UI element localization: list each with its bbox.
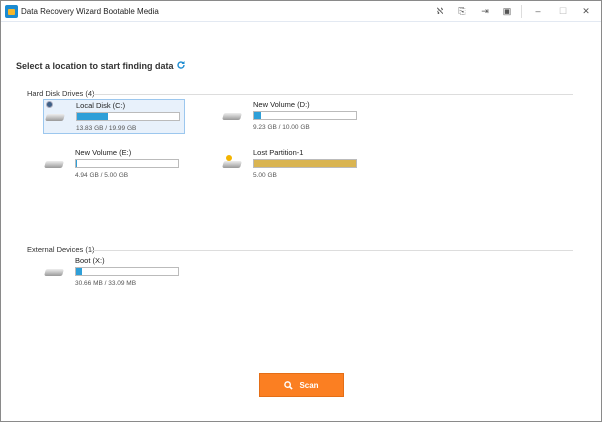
usage-fill [254, 112, 262, 119]
drive-item[interactable]: Lost Partition-1 5.00 GB [221, 147, 363, 182]
usage-fill [76, 160, 78, 167]
drive-name: New Volume (D:) [253, 100, 310, 109]
usage-fill [254, 160, 356, 167]
language-icon[interactable]: ℵ [434, 5, 446, 17]
drive-name: New Volume (E:) [75, 148, 132, 157]
usage-bar [76, 112, 180, 121]
minimize-button[interactable]: – [532, 5, 544, 17]
refresh-icon[interactable] [176, 60, 186, 70]
page-title: Select a location to start finding data [16, 61, 174, 71]
maximize-button[interactable]: ☐ [557, 5, 569, 17]
device-icon[interactable]: ⎘ [456, 5, 468, 17]
usage-bar [75, 267, 179, 276]
drive-size: 30.66 MB / 33.09 MB [75, 280, 137, 287]
hard-drive-icon [222, 113, 242, 120]
window-title: Data Recovery Wizard Bootable Media [21, 7, 159, 16]
drive-name: Boot (X:) [75, 256, 105, 265]
radio-selected-icon[interactable] [46, 101, 53, 108]
section-external-devices: External Devices (1) [27, 245, 95, 254]
warning-badge-icon [226, 155, 232, 161]
scan-label: Scan [299, 380, 319, 390]
usage-bar [253, 111, 357, 120]
drive-name: Local Disk (C:) [76, 101, 126, 110]
drive-size: 5.00 GB [253, 172, 277, 179]
section-hard-disk-drives: Hard Disk Drives (4) [27, 89, 95, 98]
divider [91, 250, 573, 251]
drive-item[interactable]: Local Disk (C:) 13.83 GB / 19.99 GB [43, 99, 185, 134]
drive-size: 13.83 GB / 19.99 GB [76, 125, 137, 132]
drive-size: 4.94 GB / 5.00 GB [75, 172, 129, 179]
hard-drive-icon [44, 269, 64, 276]
drive-name: Lost Partition-1 [253, 148, 304, 157]
import-icon[interactable]: ⇥ [479, 5, 491, 17]
hard-drive-icon [222, 161, 242, 168]
close-button[interactable]: ✕ [580, 5, 592, 17]
divider [93, 94, 573, 95]
scan-button[interactable]: Scan [259, 373, 344, 397]
drive-item[interactable]: Boot (X:) 30.66 MB / 33.09 MB [43, 255, 185, 290]
divider [521, 5, 522, 18]
search-icon [284, 380, 294, 390]
usage-bar [253, 159, 357, 168]
hard-drive-icon [44, 161, 64, 168]
usage-fill [76, 268, 83, 275]
drive-size: 9.23 GB / 10.00 GB [253, 124, 310, 131]
menu-dropdown-icon[interactable]: ▣ [501, 5, 513, 17]
drive-item[interactable]: New Volume (D:) 9.23 GB / 10.00 GB [221, 99, 363, 134]
drive-item[interactable]: New Volume (E:) 4.94 GB / 5.00 GB [43, 147, 185, 182]
usage-bar [75, 159, 179, 168]
title-bar: Data Recovery Wizard Bootable Media ℵ ⎘ … [1, 1, 601, 22]
app-logo-icon [5, 5, 18, 18]
app-window: Data Recovery Wizard Bootable Media ℵ ⎘ … [0, 0, 602, 422]
usage-fill [77, 113, 108, 120]
hard-drive-icon [45, 114, 65, 121]
